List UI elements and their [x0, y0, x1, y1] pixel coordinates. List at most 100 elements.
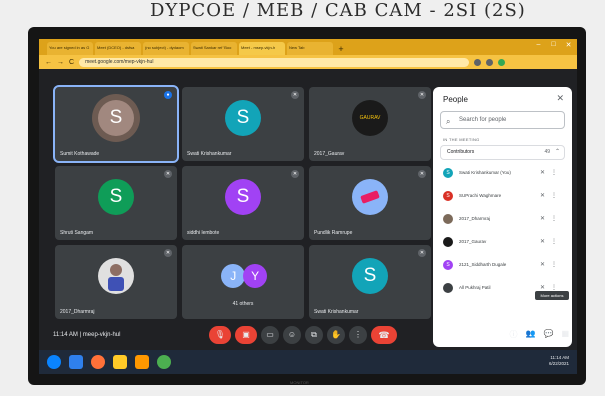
folder-icon[interactable] — [113, 355, 127, 369]
person-name: 2017_Dharmraj — [459, 216, 491, 221]
info-icon[interactable]: ⓘ — [510, 329, 518, 340]
meeting-time-code: 11:14 AM | meep-vkjn-hul — [53, 332, 121, 338]
monitor-brand: MONITOR — [290, 380, 309, 385]
start-icon[interactable] — [47, 355, 61, 369]
participant-name: 2017_Gaurav — [314, 151, 345, 157]
participant-tile[interactable]: ✕ 2017_Dharmraj — [55, 245, 177, 319]
more-vert-icon[interactable]: ⋮ — [551, 192, 557, 199]
more-options-button[interactable]: ⋮ — [349, 326, 367, 344]
system-tray-clock: 11:14 AM 6/22/2021 — [549, 355, 569, 367]
avatar — [443, 214, 453, 224]
participant-tile[interactable]: S ✕ Swati Krishankumar — [182, 87, 304, 161]
url-field[interactable]: meet.google.com/mep-vkjn-hul — [79, 57, 470, 67]
participant-tile[interactable]: S ✕ Shruti Sangam — [55, 166, 177, 240]
firefox-icon[interactable] — [91, 355, 105, 369]
back-icon[interactable]: ← — [45, 59, 52, 66]
app-icon[interactable] — [135, 355, 149, 369]
mic-off-icon: ✕ — [539, 193, 545, 199]
new-tab-button[interactable]: + — [335, 43, 347, 55]
people-icon[interactable]: 👥 — [526, 329, 536, 340]
browser-tab[interactable]: Swati Sankar ref 'Boo — [191, 42, 237, 55]
browser-tab[interactable]: New Tab — [287, 42, 333, 55]
list-item[interactable]: S Swati Krishankumar (You) ✕ ⋮ — [443, 165, 563, 183]
window-controls: – □ ✕ — [534, 41, 573, 50]
more-vert-icon[interactable]: ⋮ — [551, 284, 557, 291]
minimize-icon[interactable]: – — [534, 41, 543, 50]
browser-tab-active[interactable]: Meet - msep-vkjn-h — [239, 42, 285, 55]
chat-icon[interactable]: 💬 — [543, 329, 553, 340]
participant-tile[interactable]: S ● Sumit Kothawade — [53, 85, 179, 163]
participant-name: Swati Krishankumar — [314, 309, 359, 315]
profile-avatar[interactable] — [498, 58, 506, 66]
people-panel: People ✕ Search for people ⌕ IN THE MEET… — [433, 87, 572, 347]
side-controls: ⓘ 👥 💬 ▦ — [510, 329, 570, 340]
participant-tile[interactable]: GAURAV ✕ 2017_Gaurav — [309, 87, 431, 161]
avatar: S — [352, 258, 388, 295]
participant-tile[interactable]: ✕ Pundlik Ramrupe — [309, 166, 431, 240]
contributors-toggle[interactable]: Contributors 49 ⌃ — [440, 145, 565, 160]
avatar: GAURAV — [352, 100, 388, 137]
more-vert-icon[interactable]: ⋮ — [551, 215, 557, 222]
more-vert-icon[interactable]: ⋮ — [551, 169, 557, 176]
address-bar-row: ← → C meet.google.com/mep-vkjn-hul — [39, 55, 577, 69]
activities-icon[interactable]: ▦ — [561, 329, 569, 340]
chevron-up-icon: ⌃ — [554, 149, 560, 155]
screen: You are signed in as G Meet (DCEO) - dsf… — [39, 39, 577, 374]
search-input[interactable]: Search for people ⌕ — [440, 111, 565, 129]
browser-tab[interactable]: (no subject) - dydaom — [143, 42, 189, 55]
person-name: Swati Krishankumar (You) — [459, 170, 511, 175]
mic-off-icon: ✕ — [539, 262, 545, 268]
extension-icon[interactable] — [474, 58, 482, 66]
participant-name: 2017_Dharmraj — [60, 309, 95, 315]
participant-tile-others[interactable]: J Y 41 others — [182, 245, 304, 319]
edge-icon[interactable] — [69, 355, 83, 369]
forward-icon[interactable]: → — [57, 59, 64, 66]
mic-off-icon: ✕ — [539, 239, 545, 245]
others-count: 41 others — [232, 301, 254, 307]
browser-tab[interactable]: You are signed in as G — [47, 42, 93, 55]
camera-toggle-button[interactable]: ▣ — [235, 326, 257, 344]
more-vert-icon[interactable]: ⋮ — [551, 238, 557, 245]
captions-button[interactable]: ▭ — [261, 326, 279, 344]
panel-title: People — [443, 95, 468, 104]
raise-hand-button[interactable]: ✋ — [327, 326, 345, 344]
section-label: IN THE MEETING — [443, 137, 480, 142]
mic-toggle-button[interactable]: 🎙 — [209, 326, 231, 344]
mic-off-icon: ✕ — [164, 249, 172, 257]
mic-off-icon: ✕ — [418, 91, 426, 99]
mic-off-icon: ✕ — [291, 91, 299, 99]
chrome-icon[interactable] — [157, 355, 171, 369]
more-vert-icon[interactable]: ⋮ — [551, 261, 557, 268]
avatar: S — [443, 168, 453, 178]
avatar: J — [221, 264, 246, 289]
avatar-picture — [352, 179, 388, 216]
participant-tile[interactable]: S ✕ Swati Krishankumar — [309, 245, 431, 319]
close-icon[interactable]: ✕ — [564, 41, 573, 50]
leave-call-button[interactable]: ☎ — [371, 326, 397, 344]
avatar — [443, 237, 453, 247]
meeting-toolbar: 11:14 AM | meep-vkjn-hul 🎙 ▣ ▭ ☺ ⧉ ✋ ⋮ ☎… — [39, 324, 577, 348]
emoji-button[interactable]: ☺ — [283, 326, 301, 344]
participant-tile[interactable]: S ✕ siddhi lembote — [182, 166, 304, 240]
list-item[interactable]: S SUPrachi Waghmare ✕ ⋮ — [443, 188, 563, 206]
avatar: S — [443, 191, 453, 201]
reload-icon[interactable]: C — [69, 59, 74, 66]
present-button[interactable]: ⧉ — [305, 326, 323, 344]
maximize-icon[interactable]: □ — [549, 41, 558, 50]
list-item[interactable]: 2017_Gaurav ✕ ⋮ — [443, 234, 563, 252]
list-item[interactable]: S 2121_Siddharth Dugale ✕ ⋮ — [443, 257, 563, 275]
avatar: S — [98, 100, 134, 137]
mic-off-icon: ✕ — [539, 170, 545, 176]
extension-icon[interactable] — [486, 58, 494, 66]
mic-off-icon: ✕ — [539, 285, 545, 291]
close-icon[interactable]: ✕ — [556, 93, 564, 104]
call-controls: 🎙 ▣ ▭ ☺ ⧉ ✋ ⋮ ☎ — [209, 326, 397, 344]
avatar: S — [225, 179, 261, 216]
avatar: S — [225, 100, 261, 137]
person-name: 2017_Gaurav — [459, 239, 487, 244]
list-item[interactable]: 2017_Dharmraj ✕ ⋮ — [443, 211, 563, 229]
avatar — [443, 283, 453, 293]
avatar-picture — [98, 258, 134, 295]
browser-tab[interactable]: Meet (DCEO) - dsfsa — [95, 42, 141, 55]
participant-name: Sumit Kothawade — [60, 151, 100, 157]
